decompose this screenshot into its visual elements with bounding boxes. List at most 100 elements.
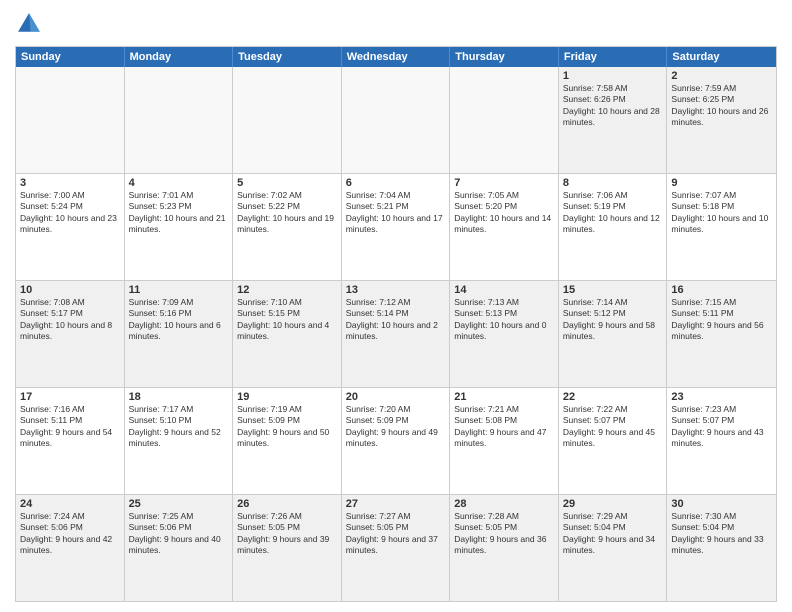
logo-icon	[15, 10, 43, 38]
day-number: 25	[129, 498, 229, 510]
day-info: Sunrise: 7:20 AM Sunset: 5:09 PM Dayligh…	[346, 404, 446, 450]
day-cell-5: 5Sunrise: 7:02 AM Sunset: 5:22 PM Daylig…	[233, 174, 342, 280]
empty-cell-r0c2	[233, 67, 342, 173]
day-cell-27: 27Sunrise: 7:27 AM Sunset: 5:05 PM Dayli…	[342, 495, 451, 601]
day-number: 24	[20, 498, 120, 510]
empty-cell-r0c4	[450, 67, 559, 173]
day-cell-10: 10Sunrise: 7:08 AM Sunset: 5:17 PM Dayli…	[16, 281, 125, 387]
day-cell-7: 7Sunrise: 7:05 AM Sunset: 5:20 PM Daylig…	[450, 174, 559, 280]
day-cell-25: 25Sunrise: 7:25 AM Sunset: 5:06 PM Dayli…	[125, 495, 234, 601]
day-number: 19	[237, 391, 337, 403]
day-info: Sunrise: 7:27 AM Sunset: 5:05 PM Dayligh…	[346, 511, 446, 557]
day-number: 5	[237, 177, 337, 189]
calendar-row-0: 1Sunrise: 7:58 AM Sunset: 6:26 PM Daylig…	[16, 67, 776, 173]
day-cell-6: 6Sunrise: 7:04 AM Sunset: 5:21 PM Daylig…	[342, 174, 451, 280]
day-number: 17	[20, 391, 120, 403]
day-info: Sunrise: 7:19 AM Sunset: 5:09 PM Dayligh…	[237, 404, 337, 450]
empty-cell-r0c1	[125, 67, 234, 173]
day-number: 14	[454, 284, 554, 296]
day-cell-1: 1Sunrise: 7:58 AM Sunset: 6:26 PM Daylig…	[559, 67, 668, 173]
day-number: 3	[20, 177, 120, 189]
weekday-header-wednesday: Wednesday	[342, 47, 451, 67]
day-number: 13	[346, 284, 446, 296]
day-number: 2	[671, 70, 772, 82]
day-number: 7	[454, 177, 554, 189]
page: SundayMondayTuesdayWednesdayThursdayFrid…	[0, 0, 792, 612]
day-info: Sunrise: 7:04 AM Sunset: 5:21 PM Dayligh…	[346, 190, 446, 236]
day-number: 20	[346, 391, 446, 403]
day-cell-15: 15Sunrise: 7:14 AM Sunset: 5:12 PM Dayli…	[559, 281, 668, 387]
day-cell-8: 8Sunrise: 7:06 AM Sunset: 5:19 PM Daylig…	[559, 174, 668, 280]
day-info: Sunrise: 7:25 AM Sunset: 5:06 PM Dayligh…	[129, 511, 229, 557]
day-info: Sunrise: 7:06 AM Sunset: 5:19 PM Dayligh…	[563, 190, 663, 236]
calendar-header: SundayMondayTuesdayWednesdayThursdayFrid…	[16, 47, 776, 67]
day-number: 21	[454, 391, 554, 403]
calendar-row-1: 3Sunrise: 7:00 AM Sunset: 5:24 PM Daylig…	[16, 173, 776, 280]
day-cell-9: 9Sunrise: 7:07 AM Sunset: 5:18 PM Daylig…	[667, 174, 776, 280]
day-info: Sunrise: 7:10 AM Sunset: 5:15 PM Dayligh…	[237, 297, 337, 343]
day-number: 27	[346, 498, 446, 510]
weekday-header-thursday: Thursday	[450, 47, 559, 67]
day-info: Sunrise: 7:17 AM Sunset: 5:10 PM Dayligh…	[129, 404, 229, 450]
day-info: Sunrise: 7:00 AM Sunset: 5:24 PM Dayligh…	[20, 190, 120, 236]
day-number: 4	[129, 177, 229, 189]
day-number: 10	[20, 284, 120, 296]
day-info: Sunrise: 7:23 AM Sunset: 5:07 PM Dayligh…	[671, 404, 772, 450]
day-cell-19: 19Sunrise: 7:19 AM Sunset: 5:09 PM Dayli…	[233, 388, 342, 494]
logo	[15, 10, 47, 38]
day-number: 15	[563, 284, 663, 296]
day-cell-22: 22Sunrise: 7:22 AM Sunset: 5:07 PM Dayli…	[559, 388, 668, 494]
weekday-header-saturday: Saturday	[667, 47, 776, 67]
day-number: 23	[671, 391, 772, 403]
calendar-row-3: 17Sunrise: 7:16 AM Sunset: 5:11 PM Dayli…	[16, 387, 776, 494]
weekday-header-tuesday: Tuesday	[233, 47, 342, 67]
day-info: Sunrise: 7:09 AM Sunset: 5:16 PM Dayligh…	[129, 297, 229, 343]
day-number: 26	[237, 498, 337, 510]
calendar: SundayMondayTuesdayWednesdayThursdayFrid…	[15, 46, 777, 602]
calendar-row-2: 10Sunrise: 7:08 AM Sunset: 5:17 PM Dayli…	[16, 280, 776, 387]
weekday-header-monday: Monday	[125, 47, 234, 67]
header	[15, 10, 777, 38]
day-info: Sunrise: 7:05 AM Sunset: 5:20 PM Dayligh…	[454, 190, 554, 236]
day-number: 12	[237, 284, 337, 296]
empty-cell-r0c3	[342, 67, 451, 173]
day-cell-13: 13Sunrise: 7:12 AM Sunset: 5:14 PM Dayli…	[342, 281, 451, 387]
day-cell-24: 24Sunrise: 7:24 AM Sunset: 5:06 PM Dayli…	[16, 495, 125, 601]
day-cell-16: 16Sunrise: 7:15 AM Sunset: 5:11 PM Dayli…	[667, 281, 776, 387]
day-number: 28	[454, 498, 554, 510]
day-cell-23: 23Sunrise: 7:23 AM Sunset: 5:07 PM Dayli…	[667, 388, 776, 494]
day-info: Sunrise: 7:59 AM Sunset: 6:25 PM Dayligh…	[671, 83, 772, 129]
day-cell-30: 30Sunrise: 7:30 AM Sunset: 5:04 PM Dayli…	[667, 495, 776, 601]
day-cell-4: 4Sunrise: 7:01 AM Sunset: 5:23 PM Daylig…	[125, 174, 234, 280]
day-cell-29: 29Sunrise: 7:29 AM Sunset: 5:04 PM Dayli…	[559, 495, 668, 601]
day-number: 1	[563, 70, 663, 82]
day-info: Sunrise: 7:58 AM Sunset: 6:26 PM Dayligh…	[563, 83, 663, 129]
weekday-header-friday: Friday	[559, 47, 668, 67]
day-info: Sunrise: 7:26 AM Sunset: 5:05 PM Dayligh…	[237, 511, 337, 557]
day-cell-12: 12Sunrise: 7:10 AM Sunset: 5:15 PM Dayli…	[233, 281, 342, 387]
day-number: 11	[129, 284, 229, 296]
day-cell-28: 28Sunrise: 7:28 AM Sunset: 5:05 PM Dayli…	[450, 495, 559, 601]
day-info: Sunrise: 7:14 AM Sunset: 5:12 PM Dayligh…	[563, 297, 663, 343]
day-info: Sunrise: 7:15 AM Sunset: 5:11 PM Dayligh…	[671, 297, 772, 343]
day-info: Sunrise: 7:28 AM Sunset: 5:05 PM Dayligh…	[454, 511, 554, 557]
day-cell-11: 11Sunrise: 7:09 AM Sunset: 5:16 PM Dayli…	[125, 281, 234, 387]
day-number: 18	[129, 391, 229, 403]
day-info: Sunrise: 7:30 AM Sunset: 5:04 PM Dayligh…	[671, 511, 772, 557]
day-info: Sunrise: 7:13 AM Sunset: 5:13 PM Dayligh…	[454, 297, 554, 343]
day-info: Sunrise: 7:22 AM Sunset: 5:07 PM Dayligh…	[563, 404, 663, 450]
day-number: 30	[671, 498, 772, 510]
day-info: Sunrise: 7:02 AM Sunset: 5:22 PM Dayligh…	[237, 190, 337, 236]
day-cell-17: 17Sunrise: 7:16 AM Sunset: 5:11 PM Dayli…	[16, 388, 125, 494]
calendar-body: 1Sunrise: 7:58 AM Sunset: 6:26 PM Daylig…	[16, 67, 776, 601]
day-info: Sunrise: 7:16 AM Sunset: 5:11 PM Dayligh…	[20, 404, 120, 450]
empty-cell-r0c0	[16, 67, 125, 173]
day-cell-3: 3Sunrise: 7:00 AM Sunset: 5:24 PM Daylig…	[16, 174, 125, 280]
day-cell-14: 14Sunrise: 7:13 AM Sunset: 5:13 PM Dayli…	[450, 281, 559, 387]
day-cell-2: 2Sunrise: 7:59 AM Sunset: 6:25 PM Daylig…	[667, 67, 776, 173]
day-info: Sunrise: 7:29 AM Sunset: 5:04 PM Dayligh…	[563, 511, 663, 557]
day-cell-18: 18Sunrise: 7:17 AM Sunset: 5:10 PM Dayli…	[125, 388, 234, 494]
day-number: 9	[671, 177, 772, 189]
day-cell-26: 26Sunrise: 7:26 AM Sunset: 5:05 PM Dayli…	[233, 495, 342, 601]
day-number: 6	[346, 177, 446, 189]
